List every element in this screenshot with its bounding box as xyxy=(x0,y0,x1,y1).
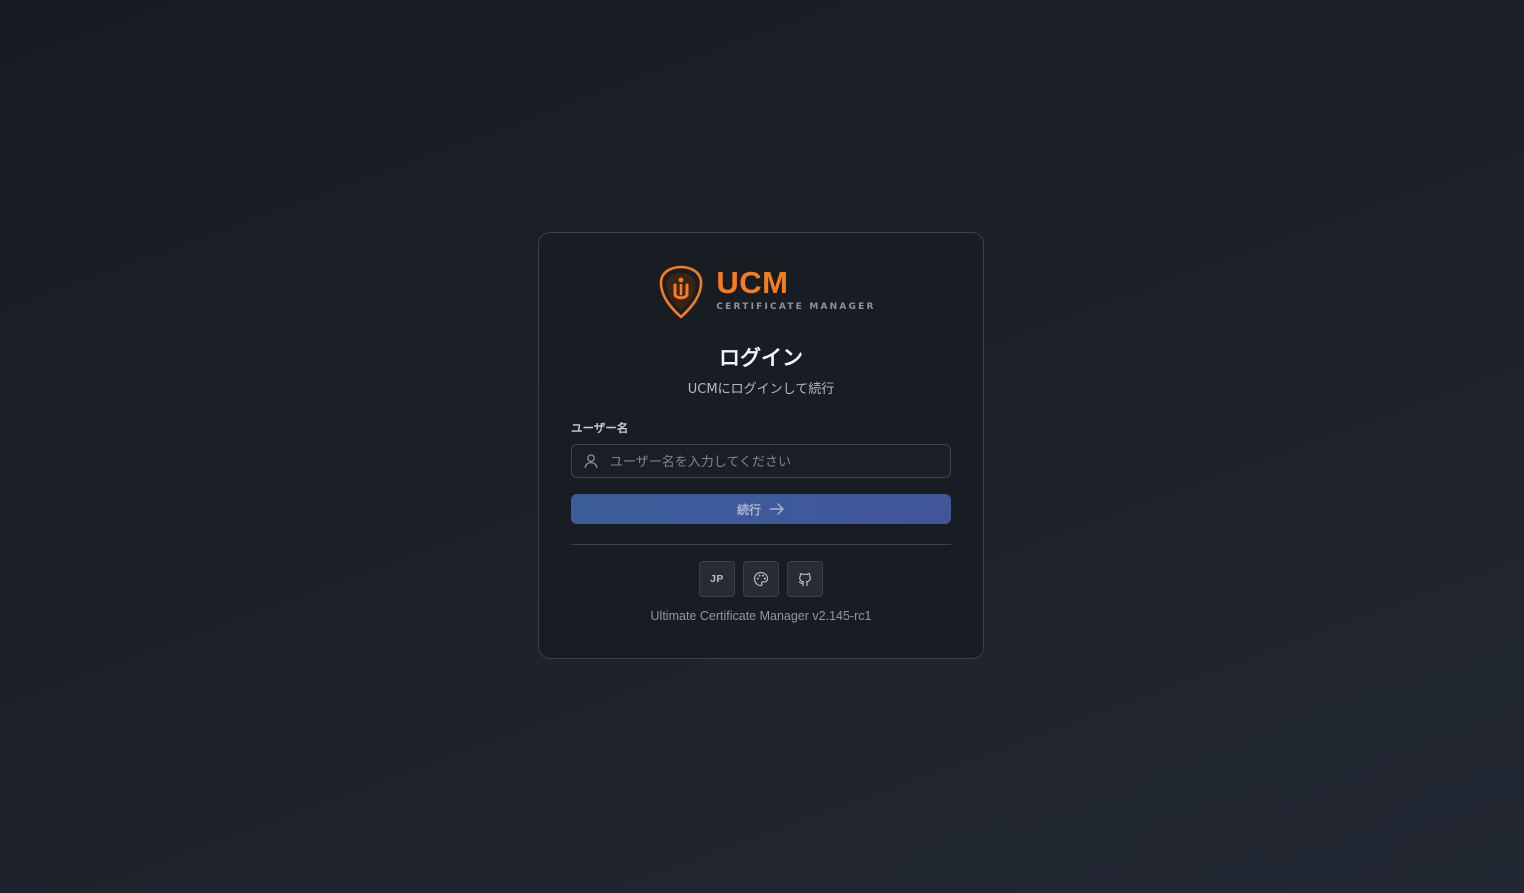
continue-button[interactable]: 続行 xyxy=(571,494,951,524)
brand-subtitle: CERTIFICATE MANAGER xyxy=(716,302,876,312)
github-button[interactable] xyxy=(787,561,823,597)
login-card: UCM CERTIFICATE MANAGER ログイン UCMにログインして続… xyxy=(538,232,984,659)
language-button[interactable]: JP xyxy=(699,561,735,597)
theme-button[interactable] xyxy=(743,561,779,597)
footer-tools: JP xyxy=(571,561,951,597)
page-subtitle: UCMにログインして続行 xyxy=(687,382,835,397)
username-input[interactable] xyxy=(608,445,942,479)
continue-button-label: 続行 xyxy=(736,502,761,517)
username-label: ユーザー名 xyxy=(571,421,629,435)
palette-icon xyxy=(753,571,769,587)
user-icon xyxy=(584,454,598,469)
version-text: Ultimate Certificate Manager v2.145-rc1 xyxy=(650,609,872,623)
brand-header: UCM CERTIFICATE MANAGER xyxy=(583,265,951,323)
page-title: ログイン xyxy=(719,346,803,370)
arrow-right-icon xyxy=(769,503,784,515)
github-icon xyxy=(798,572,811,587)
footer-divider xyxy=(571,544,951,545)
ucm-shield-logo-icon xyxy=(660,265,703,319)
brand-name: UCM xyxy=(716,265,789,300)
language-label: JP xyxy=(710,573,724,585)
username-field-wrapper xyxy=(571,444,951,479)
